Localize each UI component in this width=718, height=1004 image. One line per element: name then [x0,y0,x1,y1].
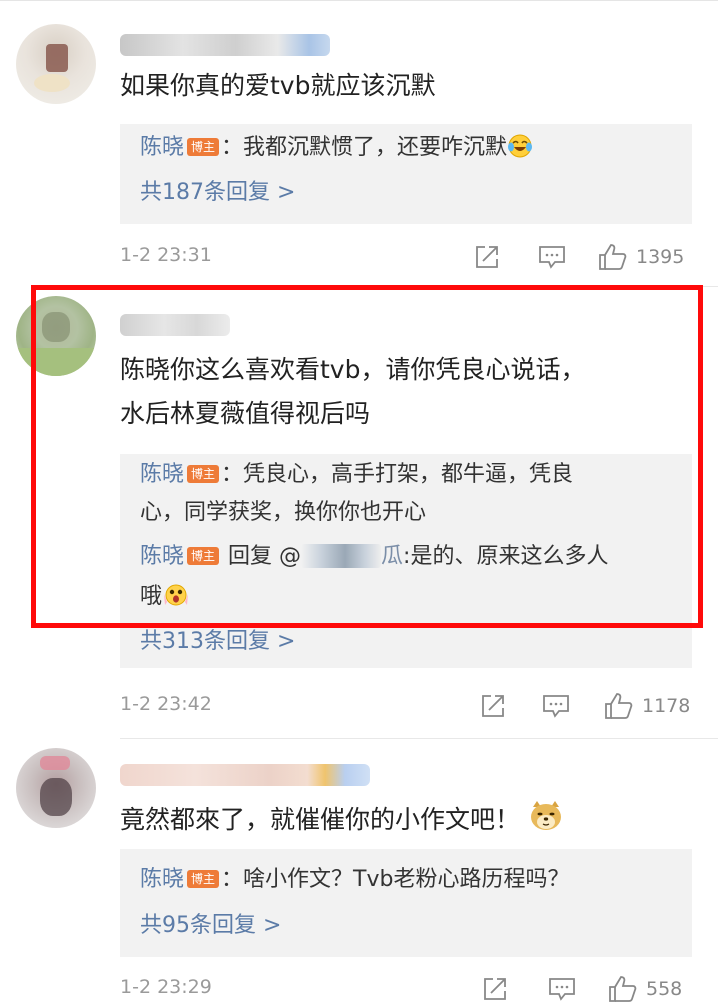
like-icon [605,693,633,719]
comment-meta: 1-2 23:42 1178 [120,691,690,721]
reply-text: ：我都沉默惯了，还要咋沉默 [221,135,508,160]
username-blurred[interactable] [120,764,370,786]
doge-emoji [528,799,564,848]
blogger-badge: 博主 [187,138,220,156]
more-replies-link[interactable]: 共187条回复 > [140,177,295,209]
avatar[interactable] [16,748,96,828]
like-count: 1178 [642,695,691,717]
top-divider [0,0,718,1]
like-button[interactable]: 1395 [598,242,684,272]
reply-box: 陈晓 博主 ：我都沉默惯了，还要咋沉默 共187条回复 > [120,124,692,224]
blogger-badge: 博主 [187,870,220,888]
reply: 陈晓 博主 ：我都沉默惯了，还要咋沉默 [140,129,674,172]
comment-button[interactable] [538,242,566,272]
comment-text: 竟然都來了，就催催你的小作文吧！ [120,797,564,848]
highlight-frame [31,285,703,628]
like-count: 558 [646,978,683,1000]
more-replies-link[interactable]: 共95条回复 > [140,910,281,942]
comment-text: 如果你真的爱tvb就应该沉默 [120,71,436,100]
laughing-crying-emoji [507,133,533,172]
like-icon [599,244,627,270]
share-icon [484,978,506,1000]
share-icon [476,246,498,268]
like-button[interactable]: 1178 [604,691,690,721]
reply-author[interactable]: 陈晓 [140,135,184,160]
comment-icon [549,978,575,1001]
like-icon [609,976,637,1002]
share-button[interactable] [480,691,506,721]
username-blurred[interactable] [120,34,330,56]
avatar[interactable] [16,24,96,104]
share-icon [482,695,504,717]
reply-text: ：啥小作文？Tvb老粉心路历程吗？ [221,867,570,892]
comment-button[interactable] [542,691,570,721]
comment-separator [120,738,718,739]
reply-box: 陈晓 博主 ：啥小作文？Tvb老粉心路历程吗？ 共95条回复 > [120,849,692,957]
comment-icon [539,246,565,269]
comment-meta: 1-2 23:31 1395 [120,242,690,272]
like-count: 1395 [636,246,685,268]
more-replies-link[interactable]: 共313条回复 > [140,626,295,658]
reply: 陈晓 博主 ：啥小作文？Tvb老粉心路历程吗？ [140,861,674,899]
reply-author[interactable]: 陈晓 [140,867,184,892]
timestamp: 1-2 23:42 [120,693,212,715]
timestamp: 1-2 23:31 [120,244,212,266]
comment-icon [543,695,569,718]
share-button[interactable] [474,242,500,272]
comment-text-content: 竟然都來了，就催催你的小作文吧！ [120,805,521,834]
timestamp: 1-2 23:29 [120,976,212,998]
